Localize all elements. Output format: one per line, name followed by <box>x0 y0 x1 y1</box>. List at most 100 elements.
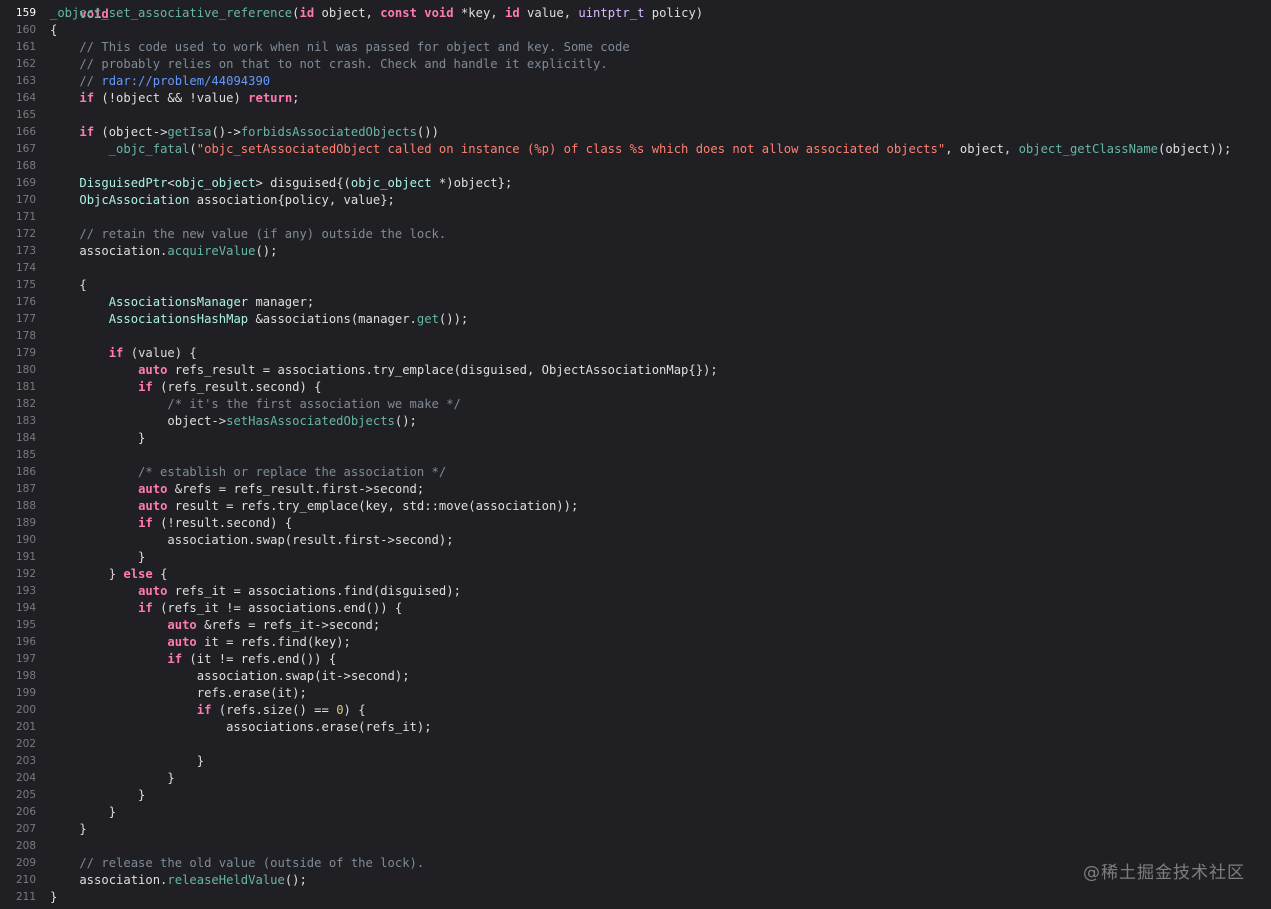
code-line[interactable]: 187 auto &refs = refs_result.first->seco… <box>0 481 1271 498</box>
line-number[interactable]: 183 <box>0 413 36 430</box>
code-line[interactable]: 210 association.releaseHeldValue(); <box>0 872 1271 889</box>
code-line[interactable]: 209 // release the old value (outside of… <box>0 855 1271 872</box>
code-line[interactable]: 183 object->setHasAssociatedObjects(); <box>0 413 1271 430</box>
line-number[interactable]: 166 <box>0 124 36 141</box>
line-number[interactable]: 167 <box>0 141 36 158</box>
code-line[interactable]: 195 auto &refs = refs_it->second; <box>0 617 1271 634</box>
code-line[interactable]: 160 { <box>0 22 1271 39</box>
line-number[interactable]: 172 <box>0 226 36 243</box>
line-number[interactable]: 187 <box>0 481 36 498</box>
line-number[interactable]: 168 <box>0 158 36 175</box>
line-number[interactable]: 188 <box>0 498 36 515</box>
line-number[interactable]: 174 <box>0 260 36 277</box>
code-line[interactable]: 200 if (refs.size() == 0) { <box>0 702 1271 719</box>
code-line[interactable]: 207 } <box>0 821 1271 838</box>
line-number[interactable]: 204 <box>0 770 36 787</box>
line-number[interactable]: 189 <box>0 515 36 532</box>
line-number[interactable]: 173 <box>0 243 36 260</box>
line-number[interactable]: 160 <box>0 22 36 39</box>
line-number[interactable]: 205 <box>0 787 36 804</box>
code-line[interactable]: 180 auto refs_result = associations.try_… <box>0 362 1271 379</box>
code-line[interactable]: 206 } <box>0 804 1271 821</box>
code-line[interactable]: 168 <box>0 158 1271 175</box>
code-line[interactable]: 192 } else { <box>0 566 1271 583</box>
code-line[interactable]: 190 association.swap(result.first->secon… <box>0 532 1271 549</box>
line-number[interactable]: 199 <box>0 685 36 702</box>
code-line[interactable]: 211} <box>0 889 1271 906</box>
line-number[interactable]: 202 <box>0 736 36 753</box>
line-number[interactable]: 176 <box>0 294 36 311</box>
line-number[interactable]: 210 <box>0 872 36 889</box>
code-line[interactable]: 203 } <box>0 753 1271 770</box>
line-number[interactable]: 180 <box>0 362 36 379</box>
code-line[interactable]: 185 <box>0 447 1271 464</box>
line-number[interactable]: 200 <box>0 702 36 719</box>
line-number[interactable]: 181 <box>0 379 36 396</box>
code-line[interactable]: 204 } <box>0 770 1271 787</box>
code-line[interactable]: 169 DisguisedPtr<objc_object> disguised{… <box>0 175 1271 192</box>
line-number[interactable]: 194 <box>0 600 36 617</box>
line-number[interactable]: 195 <box>0 617 36 634</box>
code-line[interactable]: 202 <box>0 736 1271 753</box>
line-number[interactable]: 159 <box>0 5 36 22</box>
code-line[interactable]: 162 // probably relies on that to not cr… <box>0 56 1271 73</box>
line-number[interactable]: 201 <box>0 719 36 736</box>
code-line[interactable]: 164 if (!object && !value) return; <box>0 90 1271 107</box>
code-line[interactable]: 167 _objc_fatal("objc_setAssociatedObjec… <box>0 141 1271 158</box>
code-line[interactable]: 189 if (!result.second) { <box>0 515 1271 532</box>
line-number[interactable]: 171 <box>0 209 36 226</box>
code-line[interactable]: 184 } <box>0 430 1271 447</box>
code-line[interactable]: 182 /* it's the first association we mak… <box>0 396 1271 413</box>
code-line[interactable]: 178 <box>0 328 1271 345</box>
code-line[interactable]: 199 refs.erase(it); <box>0 685 1271 702</box>
code-line[interactable]: 208 <box>0 838 1271 855</box>
line-number[interactable]: 164 <box>0 90 36 107</box>
code-line[interactable]: 161 // This code used to work when nil w… <box>0 39 1271 56</box>
code-line[interactable]: 174 <box>0 260 1271 277</box>
line-number[interactable]: 196 <box>0 634 36 651</box>
code-line[interactable]: 166 if (object->getIsa()->forbidsAssocia… <box>0 124 1271 141</box>
code-line[interactable]: 165 <box>0 107 1271 124</box>
line-number[interactable]: 211 <box>0 889 36 906</box>
code-line[interactable]: 159 _object_set_associative_reference(id … <box>0 5 1271 22</box>
code-line[interactable]: 186 /* establish or replace the associat… <box>0 464 1271 481</box>
code-line[interactable]: 173 association.acquireValue(); <box>0 243 1271 260</box>
code-line[interactable]: 176 AssociationsManager manager; <box>0 294 1271 311</box>
line-number[interactable]: 165 <box>0 107 36 124</box>
line-number[interactable]: 193 <box>0 583 36 600</box>
code-line[interactable]: 171 <box>0 209 1271 226</box>
line-number[interactable]: 207 <box>0 821 36 838</box>
line-number[interactable]: 182 <box>0 396 36 413</box>
line-number[interactable]: 169 <box>0 175 36 192</box>
line-number[interactable]: 208 <box>0 838 36 855</box>
line-number[interactable]: 177 <box>0 311 36 328</box>
code-line[interactable]: 172 // retain the new value (if any) out… <box>0 226 1271 243</box>
code-line[interactable]: 191 } <box>0 549 1271 566</box>
code-line[interactable]: 205 } <box>0 787 1271 804</box>
code-line[interactable]: 170 ObjcAssociation association{policy, … <box>0 192 1271 209</box>
code-line[interactable]: 181 if (refs_result.second) { <box>0 379 1271 396</box>
line-number[interactable]: 190 <box>0 532 36 549</box>
line-number[interactable]: 179 <box>0 345 36 362</box>
code-line[interactable]: 194 if (refs_it != associations.end()) { <box>0 600 1271 617</box>
line-number[interactable]: 161 <box>0 39 36 56</box>
line-number[interactable]: 184 <box>0 430 36 447</box>
code-line[interactable]: 179 if (value) { <box>0 345 1271 362</box>
code-line[interactable]: 163 // rdar://problem/44094390 <box>0 73 1271 90</box>
line-number[interactable]: 198 <box>0 668 36 685</box>
code-line[interactable]: 188 auto result = refs.try_emplace(key, … <box>0 498 1271 515</box>
code-line[interactable]: 196 auto it = refs.find(key); <box>0 634 1271 651</box>
line-number[interactable]: 197 <box>0 651 36 668</box>
line-number[interactable]: 163 <box>0 73 36 90</box>
code-line[interactable]: 193 auto refs_it = associations.find(dis… <box>0 583 1271 600</box>
line-number[interactable]: 206 <box>0 804 36 821</box>
line-number[interactable]: 186 <box>0 464 36 481</box>
line-number[interactable]: 170 <box>0 192 36 209</box>
code-editor[interactable]: void 159 _object_set_associative_referenc… <box>0 0 1271 909</box>
line-number[interactable]: 209 <box>0 855 36 872</box>
code-line[interactable]: 201 associations.erase(refs_it); <box>0 719 1271 736</box>
line-number[interactable]: 192 <box>0 566 36 583</box>
line-number[interactable]: 162 <box>0 56 36 73</box>
line-number[interactable]: 175 <box>0 277 36 294</box>
line-number[interactable]: 185 <box>0 447 36 464</box>
